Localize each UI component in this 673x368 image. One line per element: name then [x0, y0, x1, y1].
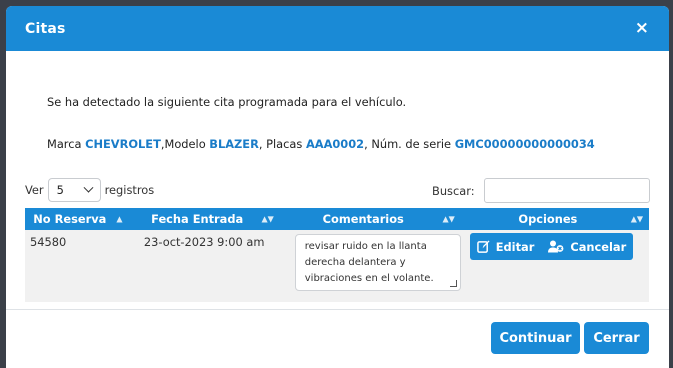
page-size-select[interactable]: 5 [47, 178, 101, 202]
comment-textarea[interactable]: revisar ruido en la llanta derecha delan… [294, 234, 461, 291]
table-header-row: No Reserva ▲ Fecha Entrada ▲▼ Comentarios ▲… [25, 208, 649, 230]
cancel-appointment-button[interactable]: Cancelar [541, 233, 633, 260]
comment-text: revisar ruido en la llanta derecha delan… [304, 241, 434, 284]
modelo-label: ,Modelo [160, 137, 210, 151]
col-header-fecha[interactable]: Fecha Entrada ▲▼ [128, 208, 280, 230]
chevron-down-icon [83, 182, 94, 193]
vehicle-info: Marca CHEVROLET,Modelo BLAZER, Placas AA… [47, 137, 595, 151]
user-cancel-icon [548, 240, 564, 253]
sort-asc-icon: ▲ [116, 214, 123, 224]
modelo-value: BLAZER [209, 137, 259, 151]
cancel-label: Cancelar [570, 239, 627, 254]
placas-value: AAA0002 [305, 137, 365, 151]
citas-modal: Citas × Se ha detectado la siguiente cit… [6, 6, 669, 368]
serie-value: GMC00000000000034 [454, 137, 595, 151]
close-button[interactable]: Cerrar [584, 322, 649, 354]
continue-button[interactable]: Continuar [491, 322, 580, 354]
col-header-label: Fecha Entrada [151, 212, 244, 226]
col-header-label: No Reserva [33, 212, 107, 226]
row-actions: Editar Cancelar [469, 233, 634, 260]
cell-no-reserva: 54580 [25, 230, 129, 302]
cell-comentarios: revisar ruido en la llanta derecha delan… [279, 230, 461, 302]
marca-value: CHEVROLET [85, 137, 161, 151]
search-label: Buscar: [432, 183, 475, 198]
sort-icon: ▲▼ [630, 214, 643, 224]
modal-title: Citas [25, 20, 66, 37]
sort-icon: ▲▼ [442, 214, 455, 224]
page-size-value: 5 [56, 183, 64, 197]
edit-icon [476, 240, 490, 253]
col-header-label: Opciones [518, 212, 578, 226]
col-header-comentarios[interactable]: Comentarios ▲▼ [279, 208, 461, 230]
search-control: Buscar: [432, 178, 650, 203]
serie-label: , Núm. de serie [364, 137, 455, 151]
footer-divider [6, 309, 669, 310]
resize-handle-icon[interactable] [449, 280, 457, 287]
edit-button[interactable]: Editar [470, 233, 542, 260]
cell-fecha: 23-oct-2023 9:00 am [128, 230, 280, 302]
col-header-label: Comentarios [322, 212, 404, 226]
marca-label: Marca [47, 137, 86, 151]
citas-table: No Reserva ▲ Fecha Entrada ▲▼ Comentarios ▲… [25, 208, 649, 302]
close-icon[interactable]: × [635, 20, 649, 37]
sort-icon: ▲▼ [261, 214, 274, 224]
cell-opciones: Editar Cancelar [460, 230, 649, 302]
detection-message: Se ha detectado la siguiente cita progra… [47, 95, 407, 109]
show-label: Ver [25, 183, 44, 197]
table-row: 54580 23-oct-2023 9:00 am revisar ruido … [25, 230, 649, 302]
placas-label: , Placas [258, 137, 306, 151]
modal-header: Citas × [6, 6, 669, 51]
page-length-control: Ver 5 registros [25, 178, 154, 202]
col-header-opciones[interactable]: Opciones ▲▼ [460, 208, 649, 230]
records-label: registros [104, 183, 155, 197]
search-input[interactable] [483, 178, 650, 203]
col-header-no-reserva[interactable]: No Reserva ▲ [25, 208, 129, 230]
edit-label: Editar [495, 239, 535, 254]
